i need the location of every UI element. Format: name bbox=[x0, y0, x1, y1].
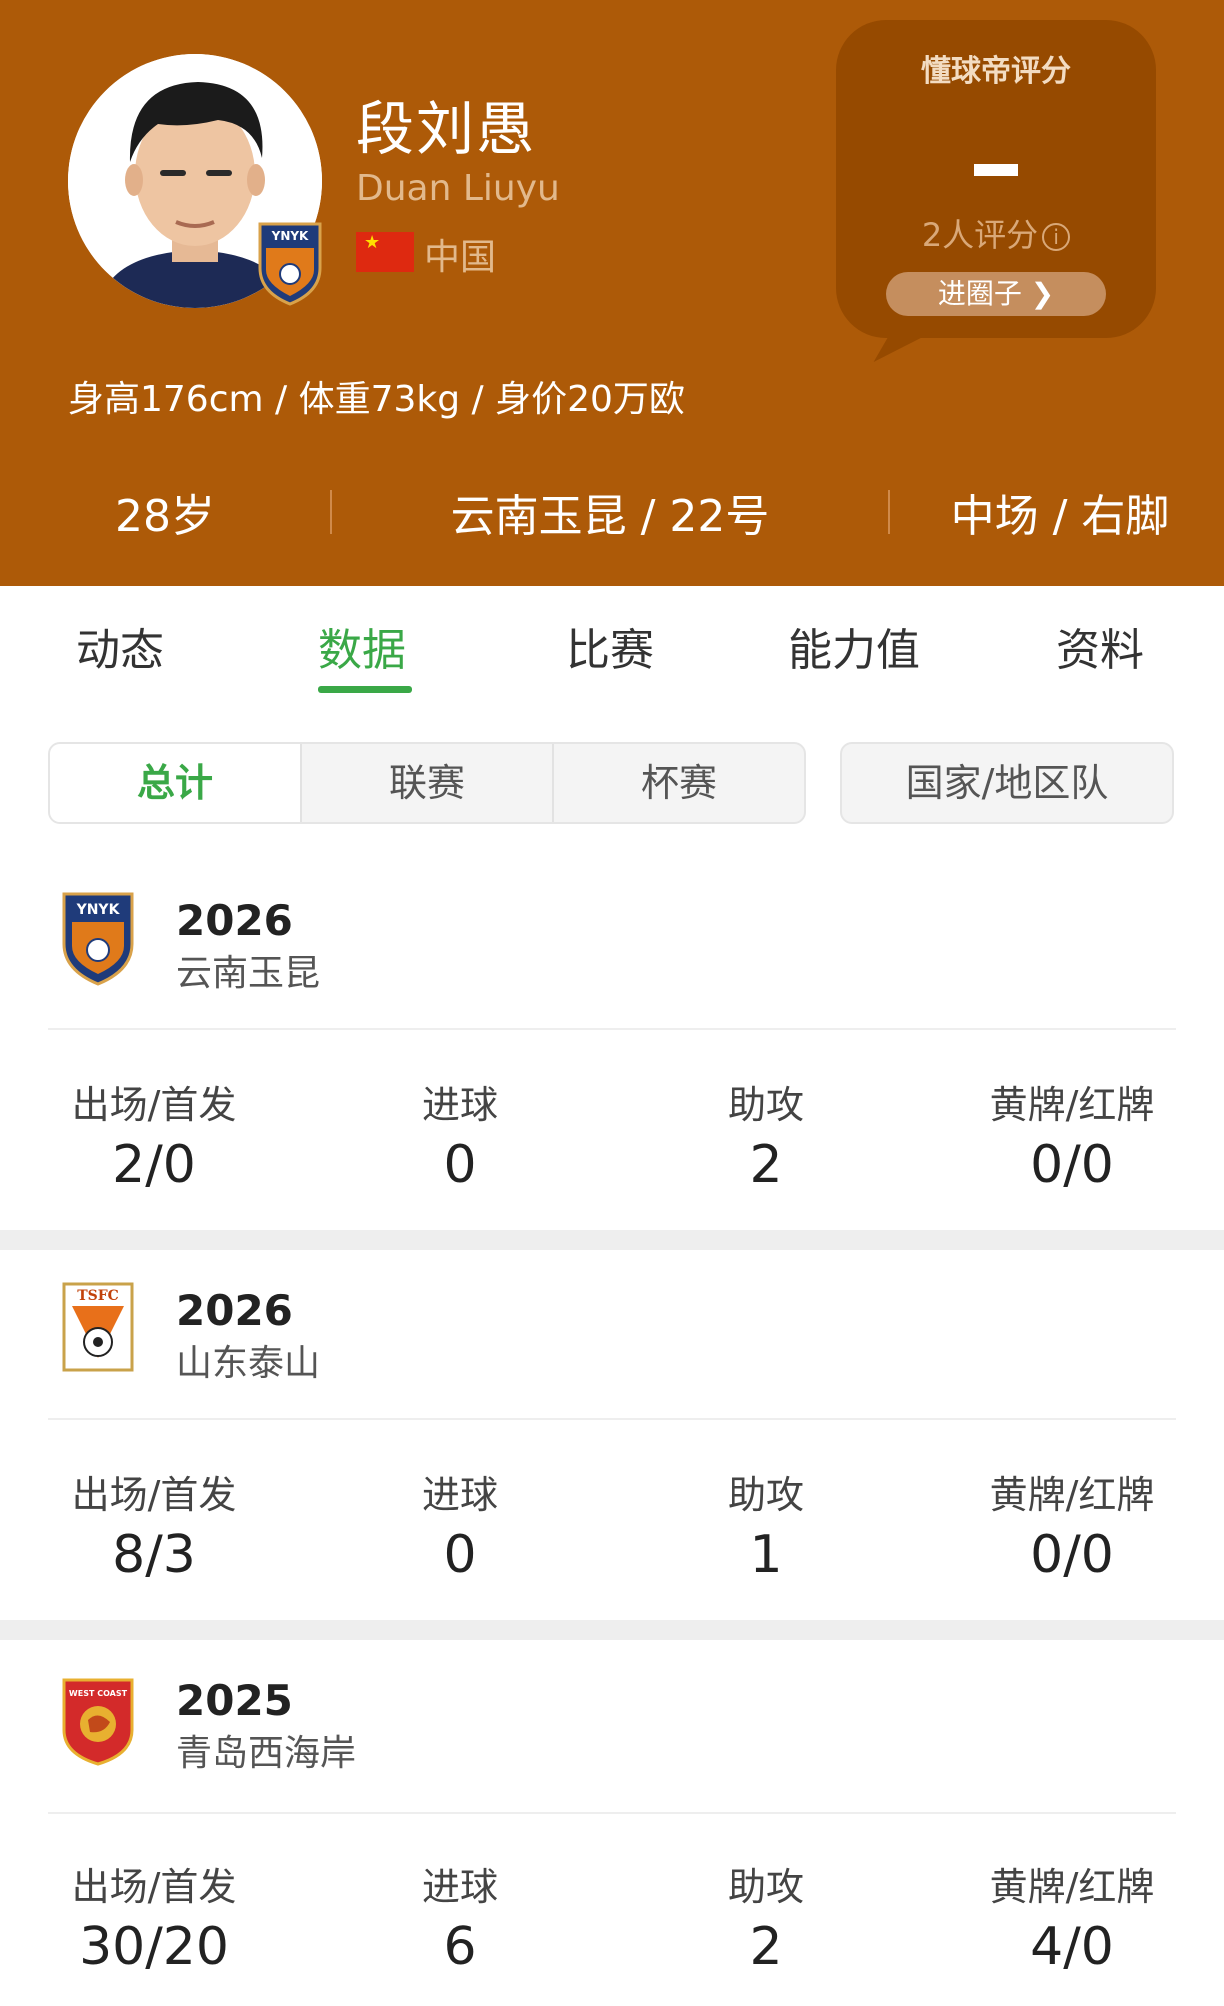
stat-cards: 黄牌/红牌 4/0 bbox=[922, 1856, 1222, 1977]
season-year: 2026 bbox=[176, 896, 293, 945]
player-age: 28岁 bbox=[115, 491, 215, 542]
section-gap bbox=[0, 1620, 1224, 1640]
stat-value: 2 bbox=[749, 1917, 783, 1977]
stat-label: 助攻 bbox=[727, 1865, 804, 1909]
season-card[interactable]: YNYK 2026 云南玉昆 出场/首发 2/0 进球 0 助攻 2 黄牌/红牌… bbox=[0, 860, 1224, 1230]
player-name-cn: 段刘愚 bbox=[356, 95, 537, 163]
stat-value: 0 bbox=[443, 1135, 477, 1195]
tab-data[interactable]: 数据 bbox=[318, 614, 406, 678]
season-club: 云南玉昆 bbox=[176, 953, 321, 994]
profile-tabs: 动态 数据 比赛 能力值 资料 bbox=[0, 586, 1224, 696]
info-icon[interactable]: i bbox=[1042, 223, 1071, 251]
tab-ability[interactable]: 能力值 bbox=[788, 614, 920, 678]
stat-apps: 出场/首发 8/3 bbox=[4, 1464, 304, 1585]
player-info-row: 28岁 云南玉昆 / 22号 中场 / 右脚 bbox=[0, 480, 1224, 550]
stat-label: 进球 bbox=[421, 1865, 498, 1909]
qingdao-west-coast-badge-icon: WEST COAST bbox=[62, 1678, 134, 1766]
tab-profile[interactable]: 资料 bbox=[1056, 614, 1144, 678]
stat-goals: 进球 0 bbox=[310, 1464, 610, 1585]
stat-value: 1 bbox=[749, 1525, 783, 1585]
segment-national-team[interactable]: 国家/地区队 bbox=[840, 742, 1174, 824]
stat-label: 助攻 bbox=[727, 1083, 804, 1127]
stat-goals: 进球 6 bbox=[310, 1856, 610, 1977]
player-name-en: Duan Liuyu bbox=[356, 168, 560, 209]
stat-assists: 助攻 2 bbox=[616, 1856, 916, 1977]
player-position-foot: 中场 / 右脚 bbox=[950, 491, 1170, 542]
stat-label: 黄牌/红牌 bbox=[989, 1083, 1155, 1127]
tab-news[interactable]: 动态 bbox=[76, 614, 164, 678]
stat-cards: 黄牌/红牌 0/0 bbox=[922, 1464, 1222, 1585]
player-team-number: 云南玉昆 / 22号 bbox=[450, 491, 770, 542]
player-country: 中国 bbox=[424, 237, 497, 278]
svg-text:YNYK: YNYK bbox=[271, 229, 309, 243]
shandong-taishan-badge-icon: TSFC bbox=[62, 1282, 134, 1372]
season-card[interactable]: TSFC 2026 山东泰山 出场/首发 8/3 进球 0 助攻 1 黄牌/红牌… bbox=[0, 1250, 1224, 1620]
stat-label: 出场/首发 bbox=[71, 1083, 237, 1127]
segment-cup[interactable]: 杯赛 bbox=[554, 744, 804, 822]
player-body-stats: 身高176cm / 体重73kg / 身价20万欧 bbox=[68, 379, 685, 420]
season-year: 2025 bbox=[176, 1676, 293, 1725]
stat-value: 0/0 bbox=[1030, 1135, 1114, 1195]
stat-cards: 黄牌/红牌 0/0 bbox=[922, 1074, 1222, 1195]
info-divider bbox=[888, 490, 890, 534]
club-badge-icon: YNYK bbox=[258, 222, 322, 306]
segment-total[interactable]: 总计 bbox=[50, 744, 300, 822]
stat-value: 0/0 bbox=[1030, 1525, 1114, 1585]
card-divider bbox=[48, 1812, 1176, 1814]
stat-value: 30/20 bbox=[79, 1917, 229, 1977]
rating-title: 懂球帝评分 bbox=[921, 54, 1071, 89]
season-card[interactable]: WEST COAST 2025 青岛西海岸 出场/首发 30/20 进球 6 助… bbox=[0, 1640, 1224, 2006]
svg-text:YNYK: YNYK bbox=[76, 902, 121, 918]
stat-assists: 助攻 1 bbox=[616, 1464, 916, 1585]
enter-circle-button[interactable]: 进圈子 ❯ bbox=[886, 272, 1106, 316]
tab-matches[interactable]: 比赛 bbox=[566, 614, 654, 678]
card-divider bbox=[48, 1028, 1176, 1030]
stat-apps: 出场/首发 2/0 bbox=[4, 1074, 304, 1195]
stat-label: 助攻 bbox=[727, 1473, 804, 1517]
stat-value: 4/0 bbox=[1030, 1917, 1114, 1977]
active-tab-indicator bbox=[318, 686, 412, 693]
svg-text:TSFC: TSFC bbox=[77, 1288, 119, 1304]
stat-value: 8/3 bbox=[112, 1525, 196, 1585]
rating-count-text: 2人评分 bbox=[921, 216, 1039, 254]
info-divider bbox=[330, 490, 332, 534]
stat-label: 进球 bbox=[421, 1083, 498, 1127]
stat-goals: 进球 0 bbox=[310, 1074, 610, 1195]
season-club: 青岛西海岸 bbox=[176, 1733, 357, 1774]
stat-label: 出场/首发 bbox=[71, 1473, 237, 1517]
stat-label: 出场/首发 bbox=[71, 1865, 237, 1909]
stat-value: 6 bbox=[443, 1917, 477, 1977]
rating-value-dash: - bbox=[974, 164, 1018, 176]
season-year: 2026 bbox=[176, 1286, 293, 1335]
stat-label: 进球 bbox=[421, 1473, 498, 1517]
china-flag-icon: ★ bbox=[356, 232, 414, 272]
stat-value: 2 bbox=[749, 1135, 783, 1195]
segment-league[interactable]: 联赛 bbox=[302, 744, 552, 822]
rating-count: 2人评分 i bbox=[836, 210, 1156, 256]
stat-label: 黄牌/红牌 bbox=[989, 1473, 1155, 1517]
stat-apps: 出场/首发 30/20 bbox=[4, 1856, 304, 1977]
stat-value: 0 bbox=[443, 1525, 477, 1585]
player-header: YNYK 段刘愚 Duan Liuyu ★ 中国 懂球帝评分 - 2人评分i 进… bbox=[0, 0, 1224, 586]
section-gap bbox=[0, 1230, 1224, 1250]
svg-text:WEST COAST: WEST COAST bbox=[69, 1689, 128, 1698]
card-divider bbox=[48, 1418, 1176, 1420]
stat-assists: 助攻 2 bbox=[616, 1074, 916, 1195]
rating-panel: 懂球帝评分 - 2人评分i 进圈子 ❯ bbox=[836, 20, 1156, 338]
season-club: 山东泰山 bbox=[176, 1343, 321, 1384]
stat-label: 黄牌/红牌 bbox=[989, 1865, 1155, 1909]
yunnan-yukun-badge-icon: YNYK bbox=[62, 892, 134, 986]
competition-filter: 总计 联赛 杯赛 bbox=[48, 742, 806, 824]
stat-value: 2/0 bbox=[112, 1135, 196, 1195]
